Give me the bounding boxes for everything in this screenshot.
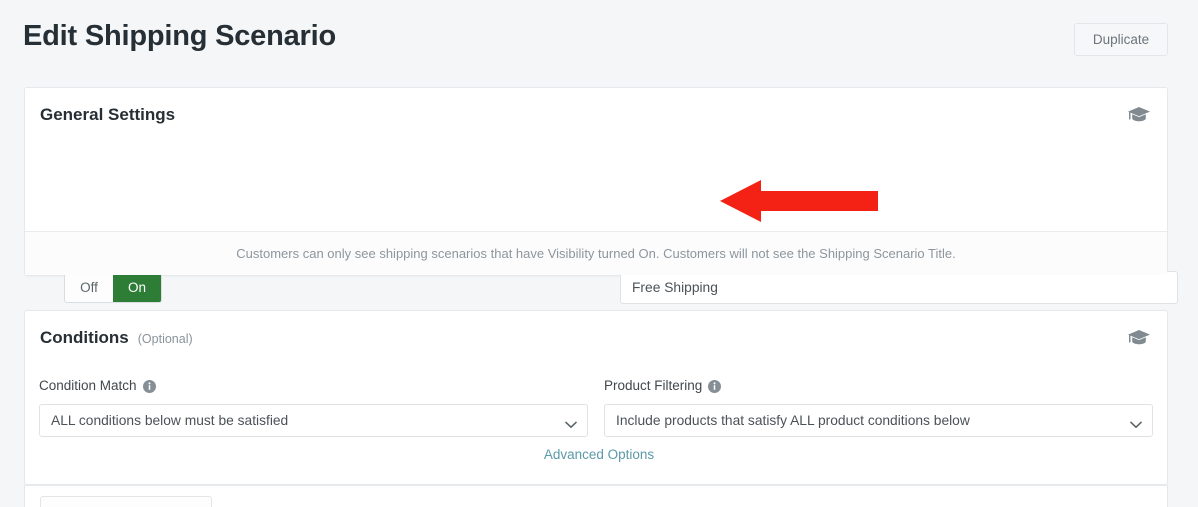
product-filtering-select-wrap: Include products that satisfy ALL produc… — [604, 404, 1153, 437]
page-title: Edit Shipping Scenario — [23, 20, 337, 52]
info-icon[interactable] — [708, 380, 722, 393]
condition-match-label-text: Condition Match — [39, 378, 137, 393]
info-icon[interactable] — [142, 380, 156, 393]
visibility-toggle-on[interactable]: On — [113, 272, 161, 302]
panel-divider — [24, 485, 1168, 486]
advanced-options-link[interactable]: Advanced Options — [0, 447, 1198, 462]
conditions-optional-label: (Optional) — [137, 332, 193, 346]
shipping-scenario-title-input[interactable] — [620, 271, 1178, 304]
condition-match-select-wrap: ALL conditions below must be satisfied — [39, 404, 588, 437]
conditions-heading-label: Conditions — [40, 328, 129, 347]
general-settings-heading-label: General Settings — [40, 105, 176, 124]
duplicate-button[interactable]: Duplicate — [1074, 23, 1168, 56]
general-settings-helper-band: Customers can only see shipping scenario… — [25, 231, 1167, 275]
conditions-heading: Conditions (Optional) — [40, 328, 193, 348]
add-condition-button-partial[interactable] — [40, 496, 212, 507]
general-settings-heading: General Settings — [40, 105, 175, 125]
product-filtering-select[interactable]: Include products that satisfy ALL produc… — [604, 404, 1153, 437]
visibility-toggle[interactable]: Off On — [64, 271, 162, 303]
general-settings-panel: General Settings Visibility Off On Shipp… — [24, 87, 1178, 304]
product-filtering-label: Product Filtering — [604, 378, 722, 393]
graduation-cap-icon[interactable] — [1127, 327, 1151, 347]
visibility-helper-text: Customers can only see shipping scenario… — [236, 246, 956, 261]
condition-match-select[interactable]: ALL conditions below must be satisfied — [39, 404, 588, 437]
graduation-cap-icon[interactable] — [1127, 104, 1151, 124]
condition-match-label: Condition Match — [39, 378, 156, 393]
page-header: Edit Shipping Scenario Duplicate — [0, 0, 1198, 82]
product-filtering-label-text: Product Filtering — [604, 378, 703, 393]
visibility-toggle-off[interactable]: Off — [65, 272, 113, 302]
